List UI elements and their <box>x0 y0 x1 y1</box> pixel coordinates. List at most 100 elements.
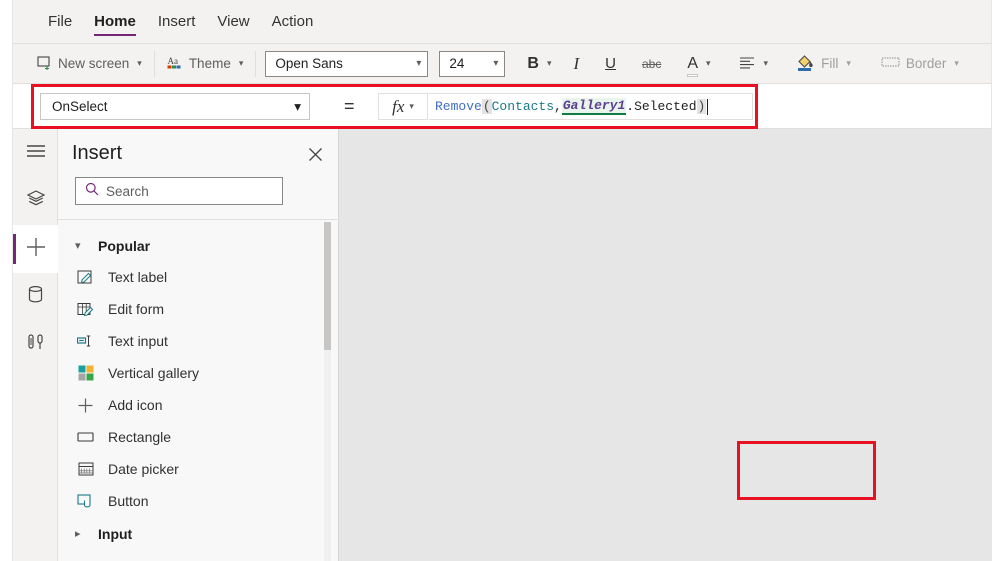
new-screen-label: New screen <box>58 56 130 71</box>
chevron-down-icon: ▾ <box>238 58 244 68</box>
group-header-input[interactable]: ▸ Input <box>58 518 339 549</box>
rectangle-icon <box>76 428 95 447</box>
theme-icon: Aa <box>167 55 183 73</box>
search-placeholder: Search <box>106 183 149 199</box>
equals-sign: = <box>344 96 355 116</box>
menu-item-file[interactable]: File <box>37 0 83 44</box>
insert-item-rectangle[interactable]: Rectangle <box>58 421 339 453</box>
italic-button[interactable]: I <box>565 50 587 78</box>
align-button[interactable]: ▾ <box>731 50 777 78</box>
bold-icon: B <box>527 54 539 72</box>
insert-item-vertical-gallery[interactable]: Vertical gallery <box>58 357 339 389</box>
chevron-down-icon: ▾ <box>763 58 769 68</box>
insert-item-date-picker[interactable]: Date picker <box>58 453 339 485</box>
panel-scrollbar-thumb[interactable] <box>324 222 331 350</box>
chevron-down-icon: ▾ <box>846 58 851 68</box>
strikethrough-icon: abc <box>641 56 662 71</box>
font-color-icon: A <box>687 55 699 77</box>
window-right-border <box>991 0 992 561</box>
insert-item-add-icon[interactable]: Add icon <box>58 389 339 421</box>
chevron-down-icon: ▾ <box>546 58 552 68</box>
group-label: Popular <box>98 237 151 254</box>
chevron-down-icon: ▾ <box>137 58 142 68</box>
font-size-select[interactable]: 24 ▾ <box>439 50 506 77</box>
add-icon <box>76 396 95 415</box>
button-icon <box>76 492 95 511</box>
search-input[interactable]: Search <box>75 177 283 205</box>
insert-item-text-label[interactable]: Text label <box>58 261 339 293</box>
italic-icon: I <box>573 53 580 73</box>
insert-item-label: Date picker <box>108 461 179 477</box>
insert-item-label: Vertical gallery <box>108 365 200 381</box>
menu-item-action[interactable]: Action <box>261 0 325 44</box>
font-family-select[interactable]: Open Sans ▾ <box>265 50 429 77</box>
close-icon[interactable] <box>304 143 326 165</box>
media-icon <box>27 333 45 357</box>
chevron-down-icon: ▾ <box>294 98 301 114</box>
insert-item-list: ▾ Popular Text label Edit form Text inpu… <box>58 220 339 561</box>
chevron-right-icon: ▸ <box>75 528 81 540</box>
fill-button[interactable]: Fill ▾ <box>788 50 859 78</box>
border-icon <box>881 55 900 72</box>
rail-item-media[interactable] <box>13 321 58 369</box>
menu-bar: File Home Insert View Action <box>13 0 991 44</box>
left-rail <box>13 129 58 561</box>
rail-item-tree-view[interactable] <box>13 177 58 225</box>
ribbon-divider-2 <box>255 50 257 77</box>
rail-item-data[interactable] <box>13 273 58 321</box>
font-family-value: Open Sans <box>275 56 343 71</box>
database-icon <box>27 285 44 309</box>
text-input-icon <box>76 332 95 351</box>
font-color-button[interactable]: A ▾ <box>679 50 718 78</box>
add-icon <box>25 236 47 263</box>
align-left-icon <box>739 56 756 72</box>
text-cursor <box>707 98 709 115</box>
formula-token-close-paren: ) <box>696 99 707 114</box>
formula-token-datasource: Contacts <box>491 99 555 114</box>
edit-form-icon <box>76 300 95 319</box>
insert-item-button[interactable]: Button <box>58 485 339 517</box>
chevron-down-icon: ▾ <box>706 58 711 68</box>
menu-item-insert[interactable]: Insert <box>147 0 207 44</box>
border-button[interactable]: Border ▾ <box>873 50 967 78</box>
group-label: Input <box>98 525 133 542</box>
theme-label: Theme <box>188 56 231 71</box>
strikethrough-button[interactable]: abc <box>634 50 669 78</box>
new-screen-button[interactable]: New screen ▾ <box>29 50 150 78</box>
panel-title: Insert <box>72 142 123 164</box>
insert-item-label: Rectangle <box>108 429 172 445</box>
group-header-popular[interactable]: ▾ Popular <box>58 230 339 261</box>
rail-item-menu[interactable] <box>13 129 58 177</box>
ribbon-toolbar: New screen ▾ Aa Theme ▾ Open Sans ▾ 24 ▾… <box>13 44 991 84</box>
tree-view-icon <box>26 189 46 213</box>
chevron-down-icon: ▾ <box>954 58 959 68</box>
underline-button[interactable]: U <box>597 50 624 78</box>
insert-item-edit-form[interactable]: Edit form <box>58 293 339 325</box>
text-label-icon <box>76 268 95 287</box>
fill-icon <box>796 53 815 74</box>
chevron-down-icon: ▾ <box>416 58 422 69</box>
fill-label: Fill <box>821 56 839 71</box>
vertical-gallery-icon <box>76 364 95 383</box>
powerapps-studio: File Home Insert View Action New screen … <box>0 0 1005 561</box>
underline-icon: U <box>605 55 616 72</box>
search-icon <box>85 182 99 201</box>
formula-input[interactable]: Remove( Contacts, Gallery1 .Selected ) <box>429 93 753 120</box>
property-select[interactable]: OnSelect ▾ <box>40 93 310 120</box>
insert-item-label: Add icon <box>108 397 163 413</box>
chevron-down-icon: ▾ <box>493 58 499 69</box>
formula-token-control: Gallery1 <box>561 98 627 115</box>
insert-item-label: Button <box>108 493 149 509</box>
formula-token-comma: , <box>554 99 562 114</box>
rail-item-insert[interactable] <box>13 225 58 273</box>
app-canvas[interactable]: Yvonne McKay (sample) someone_a@example.… <box>339 129 991 561</box>
menu-item-home[interactable]: Home <box>83 0 147 44</box>
new-screen-icon <box>37 55 52 73</box>
insert-item-text-input[interactable]: Text input <box>58 325 339 357</box>
bold-button[interactable]: B ▾ <box>519 50 559 78</box>
fx-button[interactable]: fx ▾ <box>378 93 428 120</box>
menu-item-view[interactable]: View <box>206 0 260 44</box>
theme-button[interactable]: Aa Theme ▾ <box>159 50 252 78</box>
insert-panel: Insert Search ▾ Popular Text label Edit … <box>58 129 368 561</box>
menu-icon <box>26 143 46 164</box>
